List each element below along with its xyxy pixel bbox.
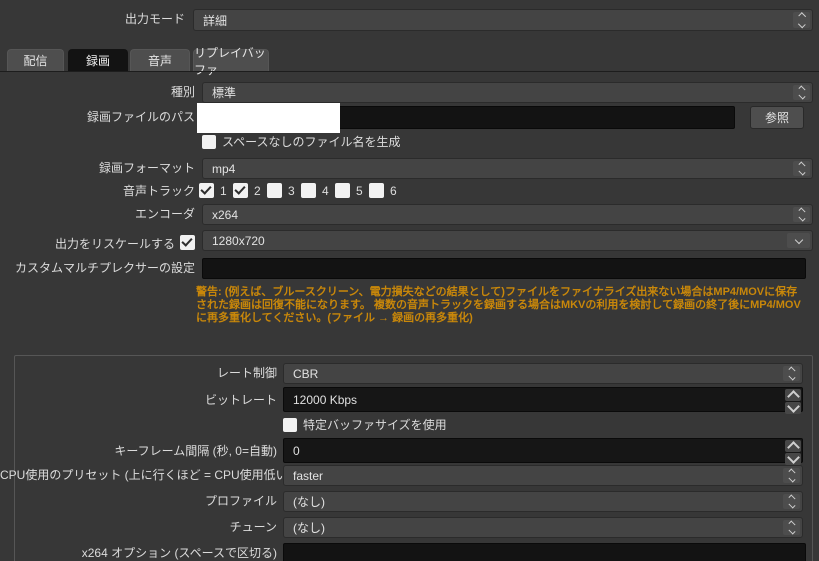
x264-options-input[interactable] xyxy=(283,543,806,561)
rate-control-value: CBR xyxy=(293,366,319,381)
encoder-label: エンコーダ xyxy=(134,207,195,221)
tune-value: (なし) xyxy=(293,521,325,535)
cpu-preset-value: faster xyxy=(293,468,324,483)
tab-stream-label: 配信 xyxy=(23,54,48,68)
chevron-updown-icon xyxy=(783,494,800,509)
chevron-down-icon xyxy=(787,233,810,248)
browse-button[interactable]: 参照 xyxy=(750,106,804,129)
cpu-preset-select[interactable]: faster xyxy=(283,465,803,486)
rescale-output-checkbox[interactable] xyxy=(180,235,195,250)
audio-track-2-label: 2 xyxy=(254,183,261,198)
chevron-updown-icon xyxy=(783,468,800,483)
profile-label: プロファイル xyxy=(204,494,277,508)
spin-down-icon[interactable] xyxy=(785,400,801,414)
output-mode-select[interactable]: 詳細 xyxy=(193,9,813,31)
obs-output-settings: 出力モード 詳細 配信 録画 音声 リプレイバッファ 種別 標準 録画ファイルの… xyxy=(0,0,819,561)
bitrate-value: 12000 Kbps xyxy=(293,392,358,407)
audio-track-4-label: 4 xyxy=(322,183,329,198)
tab-stream[interactable]: 配信 xyxy=(7,49,64,71)
rescale-resolution-combobox[interactable]: 1280x720 xyxy=(202,230,813,251)
cpu-preset-label: CPU使用のプリセット (上に行くほど = CPU使用低い) xyxy=(0,468,292,482)
tab-pane-divider xyxy=(0,71,819,72)
x264-options-label: x264 オプション (スペースで区切る) xyxy=(81,546,277,560)
rate-control-select[interactable]: CBR xyxy=(283,363,803,384)
custom-muxer-input[interactable] xyxy=(202,258,806,279)
encoder-select[interactable]: x264 xyxy=(202,204,813,225)
type-select[interactable]: 標準 xyxy=(202,82,813,103)
chevron-updown-icon xyxy=(793,12,810,28)
chevron-updown-icon xyxy=(793,207,810,222)
recording-format-label: 録画フォーマット xyxy=(98,161,195,175)
rescale-output-label: 出力をリスケールする xyxy=(54,237,175,251)
tab-audio[interactable]: 音声 xyxy=(130,49,190,71)
buffer-size-checkbox[interactable] xyxy=(283,418,297,432)
spinbox-arrows[interactable] xyxy=(785,440,801,465)
buffer-size-label: 特定バッファサイズを使用 xyxy=(303,418,447,432)
rate-control-label: レート制御 xyxy=(216,366,277,380)
tab-recording[interactable]: 録画 xyxy=(68,49,128,71)
audio-track-1-checkbox[interactable] xyxy=(199,183,214,198)
type-label: 種別 xyxy=(170,85,195,99)
encoder-value: x264 xyxy=(212,207,239,222)
keyframe-interval-value: 0 xyxy=(293,443,300,458)
profile-value: (なし) xyxy=(293,495,325,509)
no-space-filename-label: スペースなしのファイル名を生成 xyxy=(222,135,401,149)
spin-down-icon[interactable] xyxy=(785,451,801,465)
tab-replay-buffer[interactable]: リプレイバッファ xyxy=(193,46,269,77)
bitrate-spinbox[interactable]: 12000 Kbps xyxy=(283,387,803,414)
redaction-overlay xyxy=(197,103,340,133)
audio-track-2-checkbox[interactable] xyxy=(233,183,248,198)
audio-track-5-label: 5 xyxy=(356,183,363,198)
chevron-updown-icon xyxy=(793,161,810,176)
tune-select[interactable]: (なし) xyxy=(283,517,803,538)
tab-audio-label: 音声 xyxy=(147,54,172,68)
keyframe-interval-spinbox[interactable]: 0 xyxy=(283,438,803,465)
audio-track-4-checkbox[interactable] xyxy=(301,183,316,198)
chevron-updown-icon xyxy=(783,366,800,381)
browse-button-label: 参照 xyxy=(764,111,789,125)
audio-track-6-label: 6 xyxy=(390,183,397,198)
audio-tracks-group: 1 2 3 4 5 6 xyxy=(199,183,403,198)
mp4-warning-text: 警告: (例えば、ブルースクリーン、電力損失などの結果として)ファイルをファイナ… xyxy=(196,286,801,324)
audio-tracks-label: 音声トラック xyxy=(122,184,195,198)
audio-track-3-label: 3 xyxy=(288,183,295,198)
spinbox-arrows[interactable] xyxy=(785,389,801,414)
profile-select[interactable]: (なし) xyxy=(283,491,803,512)
type-value: 標準 xyxy=(212,86,237,100)
tab-recording-label: 録画 xyxy=(85,54,110,68)
output-mode-value: 詳細 xyxy=(203,13,228,28)
tab-replay-buffer-label: リプレイバッファ xyxy=(194,45,266,77)
audio-track-1-label: 1 xyxy=(220,183,227,198)
custom-muxer-label: カスタムマルチプレクサーの設定 xyxy=(14,261,195,275)
keyframe-interval-label: キーフレーム間隔 (秒, 0=自動) xyxy=(114,444,277,458)
rescale-resolution-value: 1280x720 xyxy=(212,233,265,248)
recording-format-select[interactable]: mp4 xyxy=(202,158,813,179)
no-space-filename-checkbox[interactable] xyxy=(202,135,216,149)
bitrate-label: ビットレート xyxy=(204,393,277,407)
recording-path-label: 録画ファイルのパス xyxy=(86,110,195,124)
recording-format-value: mp4 xyxy=(212,161,236,176)
audio-track-5-checkbox[interactable] xyxy=(335,183,350,198)
chevron-updown-icon xyxy=(793,85,810,100)
output-mode-label: 出力モード xyxy=(124,12,185,26)
audio-track-6-checkbox[interactable] xyxy=(369,183,384,198)
chevron-updown-icon xyxy=(783,520,800,535)
audio-track-3-checkbox[interactable] xyxy=(267,183,282,198)
tune-label: チューン xyxy=(229,520,277,534)
